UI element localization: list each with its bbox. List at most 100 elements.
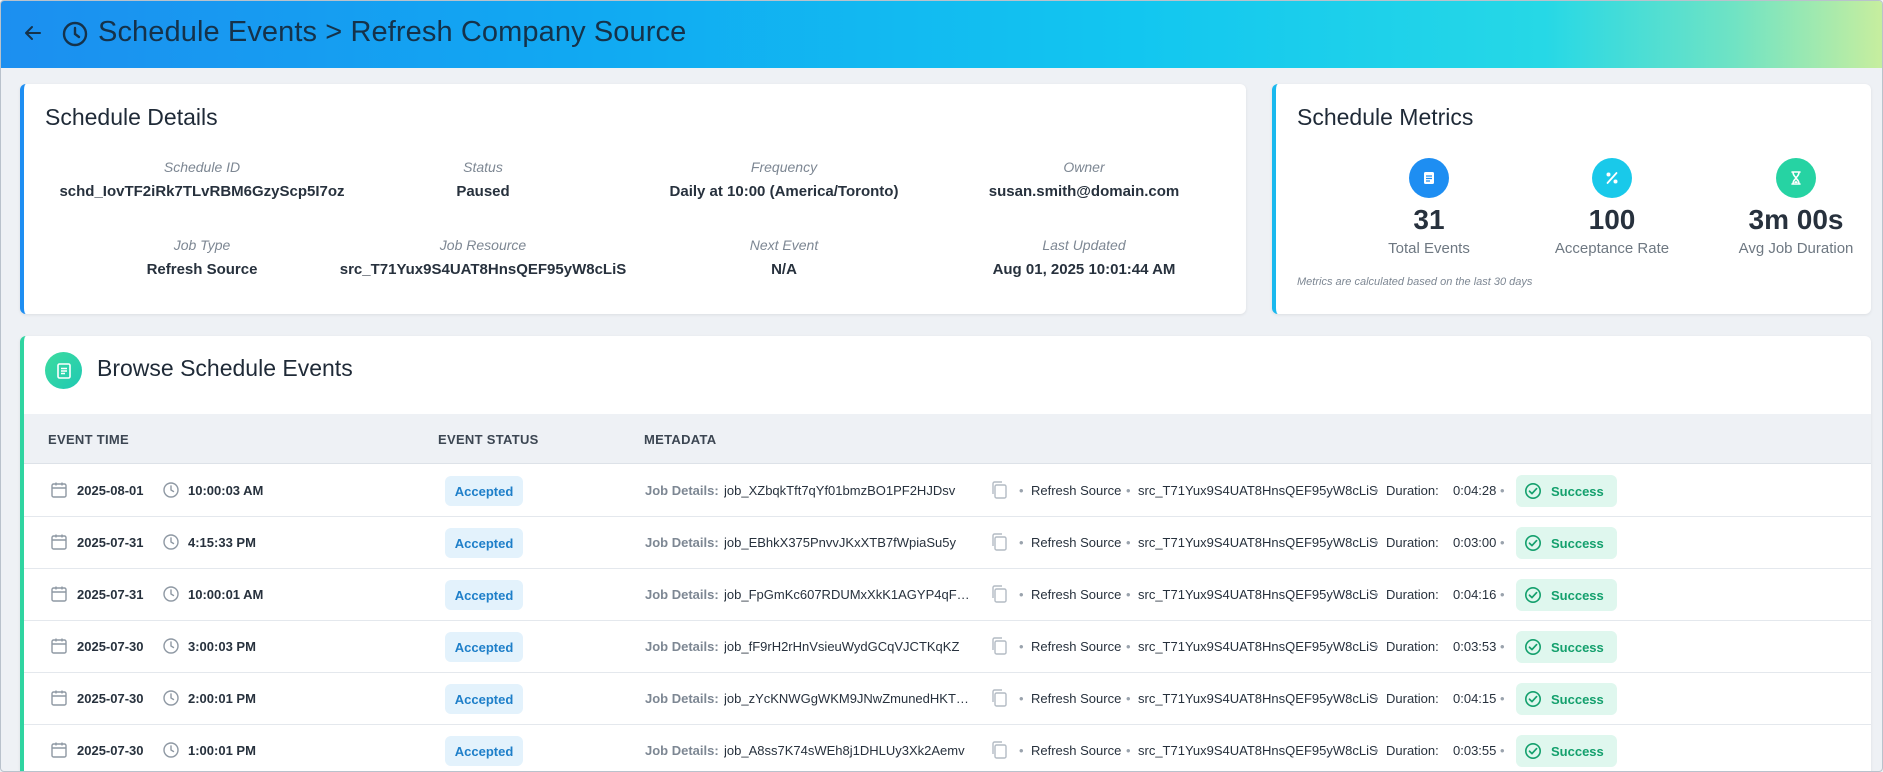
job-type: Refresh Source <box>1031 743 1122 758</box>
separator-dot: • <box>1126 587 1131 602</box>
event-date: 2025-07-31 <box>77 587 144 602</box>
job-type: Refresh Source <box>1031 691 1122 706</box>
table-row[interactable]: 2025-07-31 10:00:01 AM Accepted Job Details… <box>24 569 1871 621</box>
metric-total-events: 31 Total Events <box>1339 158 1519 257</box>
separator-dot: • <box>1126 691 1131 706</box>
separator-dot: • <box>1374 535 1379 550</box>
separator-dot: • <box>1500 639 1505 654</box>
table-row[interactable]: 2025-07-30 2:00:01 PM Accepted Job Details:… <box>24 673 1871 725</box>
event-time: 2:00:01 PM <box>188 691 256 706</box>
metric-acceptance-rate: 100 Acceptance Rate <box>1522 158 1702 257</box>
separator-dot: • <box>1126 743 1131 758</box>
column-header-event-time[interactable]: EVENT TIME <box>48 432 129 447</box>
field-value: Daily at 10:00 (America/Toronto) <box>669 183 899 200</box>
job-id: job_A8ss7K74sWEh8j1DHLUy3Xk2Aemv <box>724 743 965 758</box>
clock-icon <box>162 689 180 707</box>
event-date: 2025-07-30 <box>77 639 144 654</box>
job-id: job_zYcKNWGgWKM9JNwZmunedHKTH... <box>724 691 974 706</box>
job-id: job_EBhkX375PnvvJKxXTB7fWpiaSu5y <box>724 535 956 550</box>
job-resource: src_T71Yux9S4UAT8HnsQEF95yW8cLiS <box>1138 639 1378 654</box>
hourglass-icon <box>1776 158 1816 198</box>
status-badge: Accepted <box>445 736 523 766</box>
separator-dot: • <box>1374 639 1379 654</box>
table-row[interactable]: 2025-07-30 3:00:03 PM Accepted Job Details:… <box>24 621 1871 673</box>
separator-dot: • <box>1500 535 1505 550</box>
status-badge: Accepted <box>445 528 523 558</box>
duration-value: 0:04:16 <box>1453 587 1497 602</box>
copy-icon[interactable] <box>990 584 1008 604</box>
arrow-left-icon <box>25 26 41 40</box>
field-label: Last Updated <box>1042 237 1126 253</box>
job-resource: src_T71Yux9S4UAT8HnsQEF95yW8cLiS <box>1138 535 1378 550</box>
job-resource: src_T71Yux9S4UAT8HnsQEF95yW8cLiS <box>1138 483 1378 498</box>
job-resource: src_T71Yux9S4UAT8HnsQEF95yW8cLiS <box>1138 691 1378 706</box>
copy-icon[interactable] <box>990 740 1008 760</box>
job-id: job_XZbqkTft7qYf01bmzBO1PF2HJDsv <box>724 483 956 498</box>
app-window: Schedule Events > Refresh Company Source… <box>0 0 1883 772</box>
calendar-icon <box>50 637 68 655</box>
field-label: Job Type <box>173 237 231 253</box>
table-row[interactable]: 2025-08-01 10:00:03 AM Accepted Job Details… <box>24 465 1871 517</box>
result-badge: Success <box>1516 631 1617 663</box>
metric-label: Avg Job Duration <box>1738 240 1854 257</box>
result-label: Success <box>1551 483 1604 499</box>
separator-dot: • <box>1500 743 1505 758</box>
result-badge: Success <box>1516 735 1617 767</box>
separator-dot: • <box>1019 639 1024 654</box>
result-label: Success <box>1551 535 1604 551</box>
copy-icon[interactable] <box>990 480 1008 500</box>
browse-events-card: Browse Schedule Events EVENT TIME EVENT … <box>20 336 1871 771</box>
field-value: Refresh Source <box>146 261 258 278</box>
field-label: Status <box>463 159 503 175</box>
table-row[interactable]: 2025-07-30 1:00:01 PM Accepted Job Details:… <box>24 725 1871 771</box>
list-icon <box>45 352 82 389</box>
separator-dot: • <box>1374 691 1379 706</box>
field-value: N/A <box>771 261 797 278</box>
field-value: susan.smith@domain.com <box>988 183 1180 200</box>
calendar-icon <box>50 741 68 759</box>
copy-icon[interactable] <box>990 636 1008 656</box>
copy-icon[interactable] <box>990 532 1008 552</box>
event-date: 2025-07-30 <box>77 743 144 758</box>
field-value: schd_IovTF2iRk7TLvRBM6GzyScp5I7oz <box>59 183 345 200</box>
event-time: 10:00:01 AM <box>188 587 264 602</box>
calendar-icon <box>50 481 68 499</box>
duration-value: 0:04:28 <box>1453 483 1497 498</box>
event-time: 10:00:03 AM <box>188 483 264 498</box>
event-date: 2025-07-31 <box>77 535 144 550</box>
result-label: Success <box>1551 743 1604 759</box>
check-circle-icon <box>1524 638 1551 656</box>
event-date: 2025-07-30 <box>77 691 144 706</box>
table-row[interactable]: 2025-07-31 4:15:33 PM Accepted Job Details:… <box>24 517 1871 569</box>
back-button[interactable] <box>19 19 47 47</box>
result-label: Success <box>1551 639 1604 655</box>
field-schedule-id: Schedule ID schd_IovTF2iRk7TLvRBM6GzyScp… <box>52 159 352 200</box>
job-resource: src_T71Yux9S4UAT8HnsQEF95yW8cLiS <box>1138 743 1378 758</box>
separator-dot: • <box>1019 743 1024 758</box>
status-badge: Accepted <box>445 580 523 610</box>
column-header-event-status[interactable]: EVENT STATUS <box>438 432 539 447</box>
event-date: 2025-08-01 <box>77 483 144 498</box>
separator-dot: • <box>1374 483 1379 498</box>
calendar-icon <box>50 585 68 603</box>
field-value: src_T71Yux9S4UAT8HnsQEF95yW8cLiS <box>339 261 627 278</box>
metrics-note: Metrics are calculated based on the last… <box>1297 276 1533 288</box>
page-header: Schedule Events > Refresh Company Source <box>1 1 1882 68</box>
metric-label: Total Events <box>1388 240 1470 257</box>
duration-label: Duration: <box>1386 587 1439 602</box>
result-badge: Success <box>1516 683 1617 715</box>
separator-dot: • <box>1019 587 1024 602</box>
status-badge: Accepted <box>445 684 523 714</box>
result-badge: Success <box>1516 579 1617 611</box>
field-label: Owner <box>1063 159 1105 175</box>
separator-dot: • <box>1500 691 1505 706</box>
job-details-label: Job Details: <box>645 691 719 706</box>
copy-icon[interactable] <box>990 688 1008 708</box>
field-label: Frequency <box>750 159 818 175</box>
check-circle-icon <box>1524 586 1551 604</box>
duration-value: 0:04:15 <box>1453 691 1497 706</box>
job-type: Refresh Source <box>1031 587 1122 602</box>
column-header-metadata[interactable]: METADATA <box>644 432 716 447</box>
metric-value: 3m 00s <box>1748 204 1844 235</box>
calendar-icon <box>50 533 68 551</box>
